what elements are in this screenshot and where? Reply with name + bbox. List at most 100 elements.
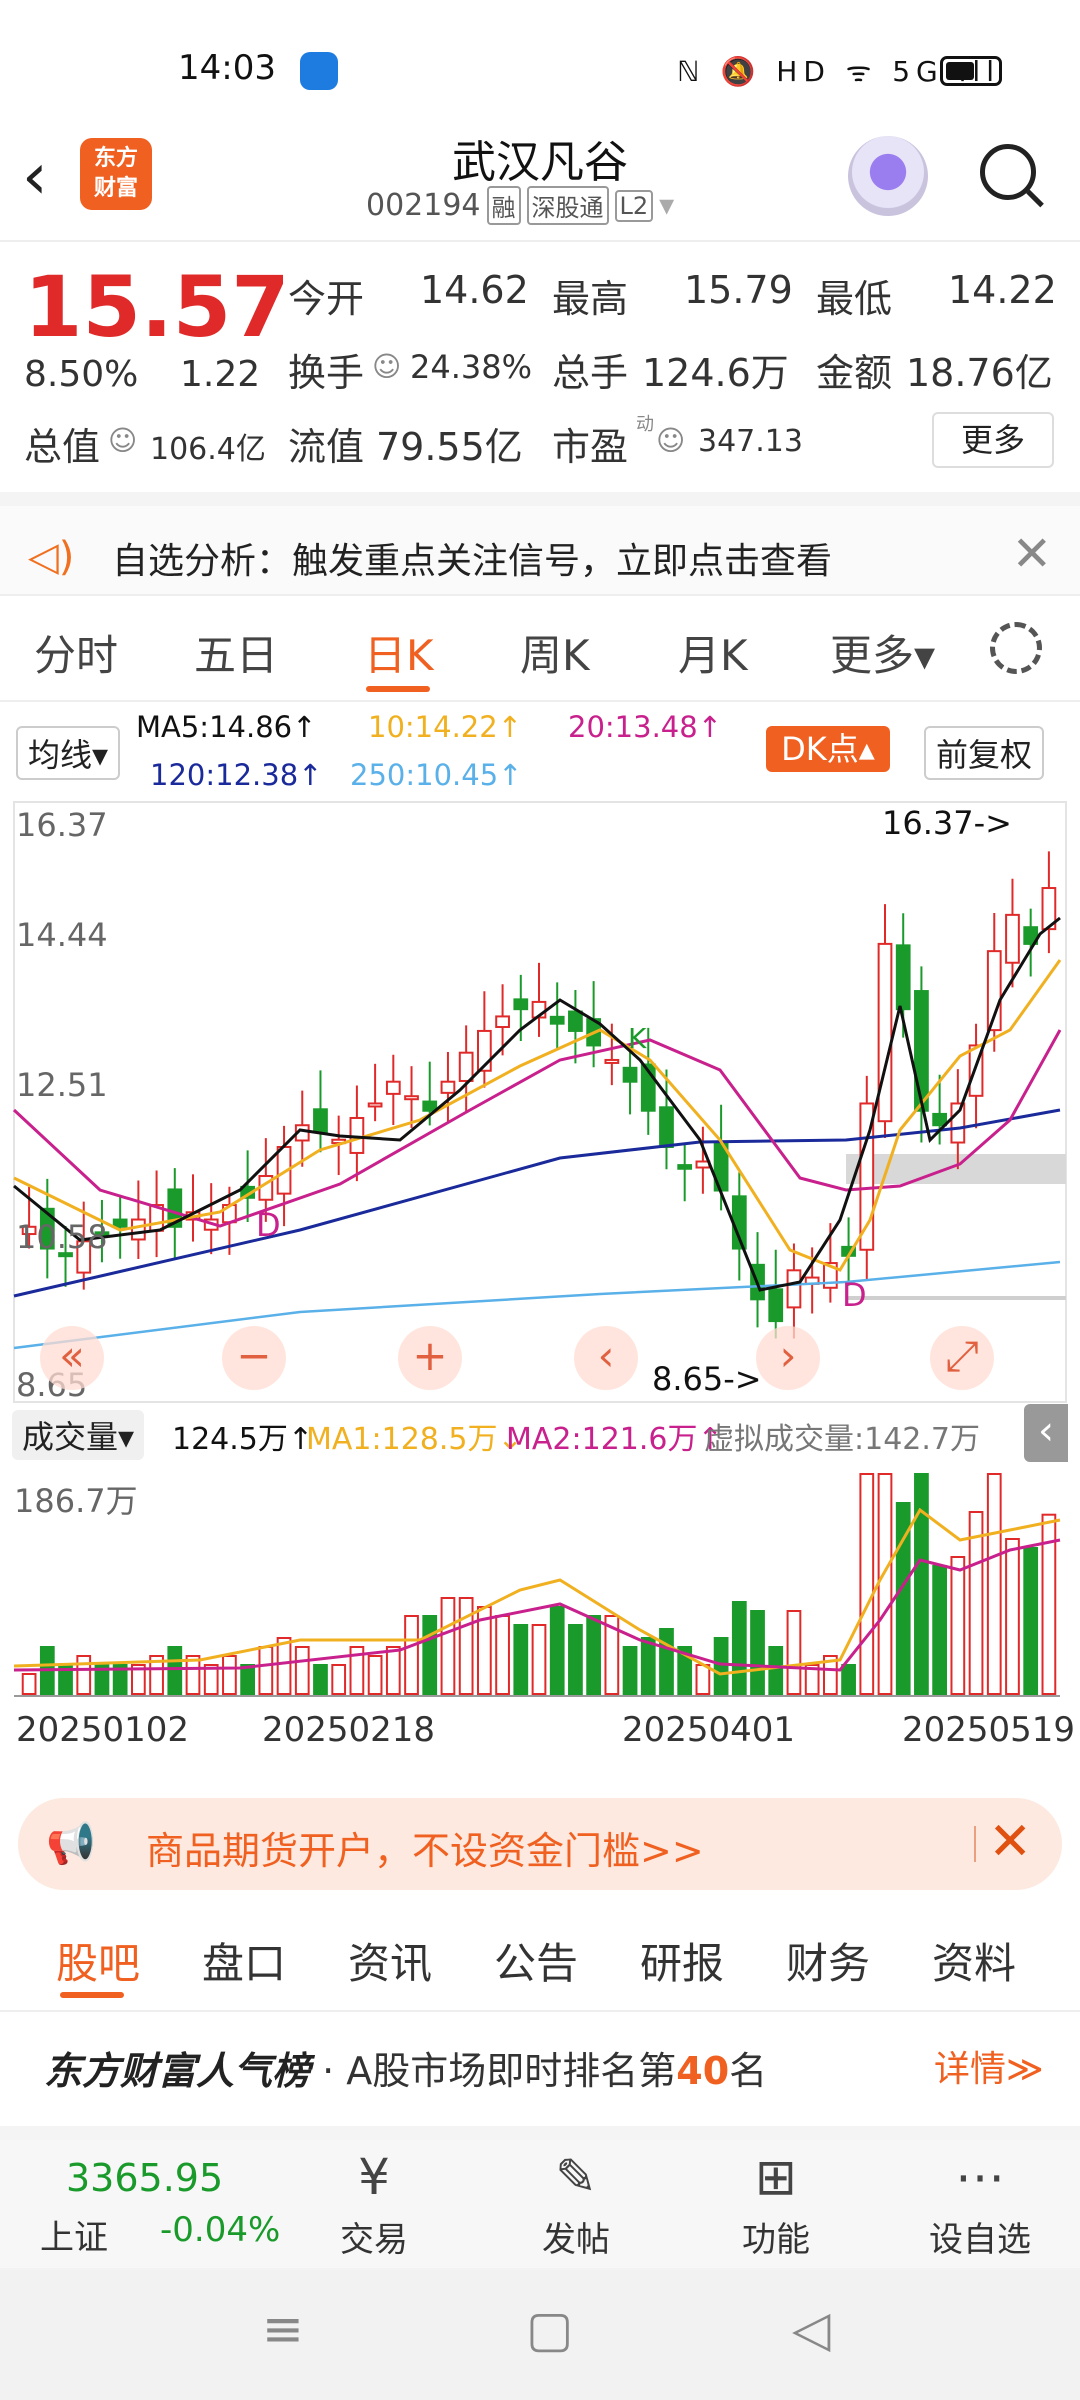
date-label: 20250401 bbox=[622, 1710, 796, 1750]
scroll-left-icon[interactable]: « bbox=[40, 1326, 104, 1390]
volume-bar bbox=[768, 1646, 784, 1695]
candle bbox=[130, 1218, 146, 1241]
volume-bar bbox=[222, 1655, 237, 1695]
post-button[interactable]: ✎ 发帖 bbox=[516, 2142, 636, 2261]
volume-bar bbox=[640, 1637, 656, 1695]
home-nav-icon[interactable]: ▢ bbox=[526, 2300, 573, 2358]
volume-bar bbox=[750, 1610, 765, 1695]
more-dots-icon: ⋯ bbox=[955, 2148, 1005, 2206]
volume-max-label: 186.7万 bbox=[14, 1482, 138, 1520]
candle bbox=[385, 1080, 401, 1095]
candle bbox=[1005, 913, 1020, 964]
d-signal: D bbox=[842, 1276, 867, 1314]
volume-bar bbox=[713, 1637, 729, 1695]
index-value[interactable]: 3365.95 bbox=[66, 2156, 223, 2200]
date-label: 20250218 bbox=[262, 1710, 436, 1750]
tab-research[interactable]: 研报 bbox=[640, 1930, 724, 1991]
popularity-ranking[interactable]: 东方财富人气榜 · A股市场即时排名第40名 bbox=[44, 2040, 767, 2095]
volume-bar bbox=[1005, 1538, 1020, 1695]
fullscreen-icon[interactable]: ⤢ bbox=[930, 1326, 994, 1390]
candle bbox=[622, 1066, 638, 1083]
candle bbox=[440, 1080, 456, 1094]
candle bbox=[786, 1269, 802, 1309]
prev-icon[interactable]: ‹ bbox=[574, 1326, 638, 1390]
candle bbox=[895, 944, 911, 1011]
index-change[interactable]: -0.04% bbox=[160, 2210, 280, 2250]
tab-financials[interactable]: 财务 bbox=[786, 1930, 870, 1991]
volume-bar bbox=[549, 1606, 565, 1695]
futures-ad-banner[interactable]: 📢 商品期货开户，不设资金门槛>> ✕ bbox=[18, 1798, 1062, 1890]
volume-bar bbox=[986, 1473, 1002, 1695]
volume-bar bbox=[495, 1615, 510, 1695]
candle bbox=[659, 1106, 674, 1148]
trade-button[interactable]: ¥ 交易 bbox=[314, 2142, 434, 2261]
candle bbox=[568, 1010, 583, 1032]
volume-bar bbox=[21, 1673, 37, 1695]
volume-ma1: MA1:128.5万↓ bbox=[306, 1422, 523, 1457]
trade-label: 交易 bbox=[340, 2220, 408, 2260]
yen-icon: ¥ bbox=[358, 2148, 390, 2206]
volume-bar bbox=[786, 1610, 802, 1695]
volume-bar bbox=[458, 1597, 474, 1695]
kline-chart[interactable] bbox=[0, 0, 1080, 1800]
tab-news[interactable]: 资讯 bbox=[348, 1930, 432, 1991]
price-axis-label: 10.58 bbox=[16, 1218, 108, 1256]
zoom-in-icon[interactable]: + bbox=[398, 1326, 462, 1390]
volume-bar bbox=[385, 1646, 401, 1695]
candle bbox=[877, 942, 893, 1123]
divider bbox=[0, 2126, 1080, 2140]
active-tab-indicator bbox=[60, 1992, 124, 1998]
add-watchlist-label: 设自选 bbox=[929, 2220, 1031, 2260]
next-icon[interactable]: › bbox=[756, 1326, 820, 1390]
candle bbox=[677, 1164, 693, 1170]
volume-bar bbox=[240, 1664, 256, 1695]
post-label: 发帖 bbox=[542, 2220, 610, 2260]
candle bbox=[768, 1288, 784, 1323]
functions-button[interactable]: ⊞ 功能 bbox=[716, 2142, 836, 2261]
zoom-out-icon[interactable]: − bbox=[222, 1326, 286, 1390]
collapse-panel-icon[interactable]: ‹ bbox=[1024, 1404, 1068, 1462]
functions-label: 功能 bbox=[742, 2220, 810, 2260]
volume-bar bbox=[404, 1615, 419, 1695]
volume-bar bbox=[422, 1615, 438, 1695]
add-watchlist-button[interactable]: ⋯ 设自选 bbox=[920, 2142, 1040, 2261]
close-icon[interactable]: ✕ bbox=[988, 1812, 1032, 1872]
candle bbox=[932, 1112, 948, 1127]
volume-bar bbox=[313, 1664, 328, 1695]
high-annotation: 16.37-> bbox=[882, 804, 1012, 842]
volume-bar bbox=[531, 1624, 547, 1695]
volume-bar bbox=[695, 1664, 711, 1695]
back-nav-icon[interactable]: ◁ bbox=[792, 2300, 830, 2358]
volume-bar bbox=[622, 1646, 638, 1695]
volume-bar bbox=[294, 1646, 310, 1695]
tab-orderbook[interactable]: 盘口 bbox=[202, 1930, 286, 1991]
volume-bar bbox=[877, 1473, 893, 1695]
volume-bar bbox=[968, 1511, 984, 1695]
tab-announcements[interactable]: 公告 bbox=[494, 1930, 578, 1991]
tab-forum[interactable]: 股吧 bbox=[56, 1930, 140, 1991]
price-axis-label: 14.44 bbox=[16, 916, 108, 954]
price-axis-label: 12.51 bbox=[16, 1066, 108, 1104]
volume-bar bbox=[859, 1473, 875, 1695]
volume-bar bbox=[367, 1655, 383, 1695]
candle bbox=[313, 1108, 328, 1134]
volume-bar bbox=[950, 1556, 966, 1695]
menu-nav-icon[interactable]: ≡ bbox=[262, 2300, 304, 2358]
price-axis-label: 16.37 bbox=[16, 806, 108, 844]
stock-detail-screen: { "status": {"time": "14:03", "icons": "… bbox=[0, 0, 1080, 2400]
volume-ma2: MA2:121.6万↑ bbox=[506, 1422, 723, 1457]
details-link[interactable]: 详情≫ bbox=[934, 2040, 1044, 2092]
volume-bar bbox=[440, 1597, 456, 1695]
volume-bar bbox=[258, 1646, 274, 1695]
volume-bar bbox=[731, 1601, 747, 1695]
candle bbox=[112, 1218, 128, 1228]
volume-bar bbox=[1023, 1547, 1039, 1695]
index-name[interactable]: 上证 bbox=[40, 2210, 108, 2259]
ad-divider bbox=[974, 1826, 976, 1862]
volume-selector[interactable]: 成交量▾ bbox=[12, 1410, 145, 1460]
volume-bar bbox=[841, 1664, 856, 1695]
tab-profile[interactable]: 资料 bbox=[932, 1930, 1016, 1991]
popularity-text: · A股市场即时排名第 bbox=[322, 2049, 677, 2093]
volume-bar bbox=[914, 1473, 929, 1695]
volume-bar bbox=[568, 1624, 583, 1695]
